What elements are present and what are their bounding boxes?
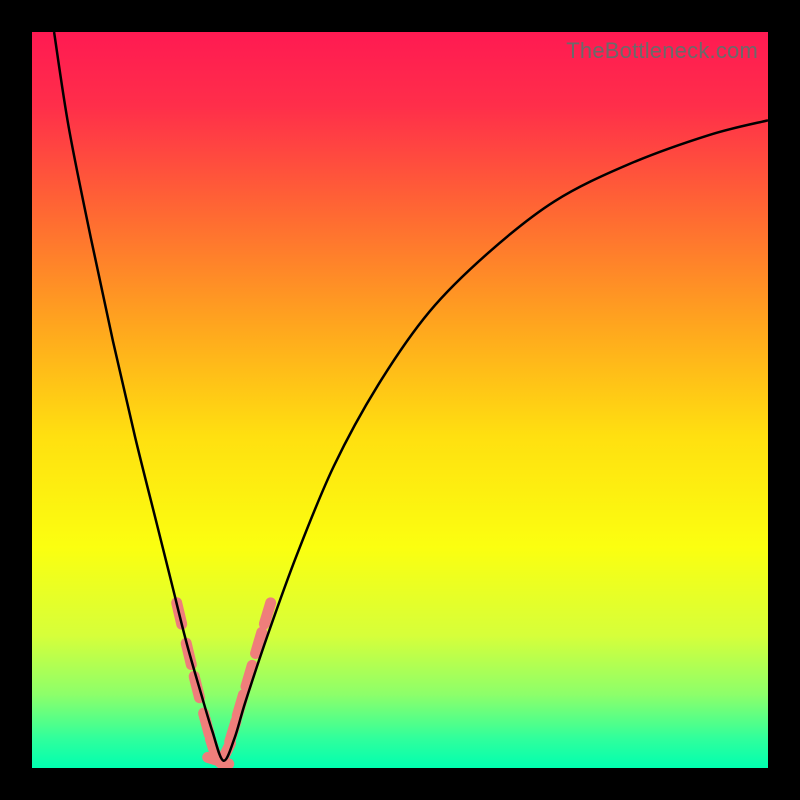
- bead-marker: [264, 603, 270, 624]
- bead-marker: [256, 632, 262, 653]
- bottleneck-curve: [54, 32, 768, 761]
- highlight-beads: [177, 603, 271, 764]
- curve-layer: [32, 32, 768, 768]
- plot-area: TheBottleneck.com: [32, 32, 768, 768]
- chart-frame: TheBottleneck.com: [0, 0, 800, 800]
